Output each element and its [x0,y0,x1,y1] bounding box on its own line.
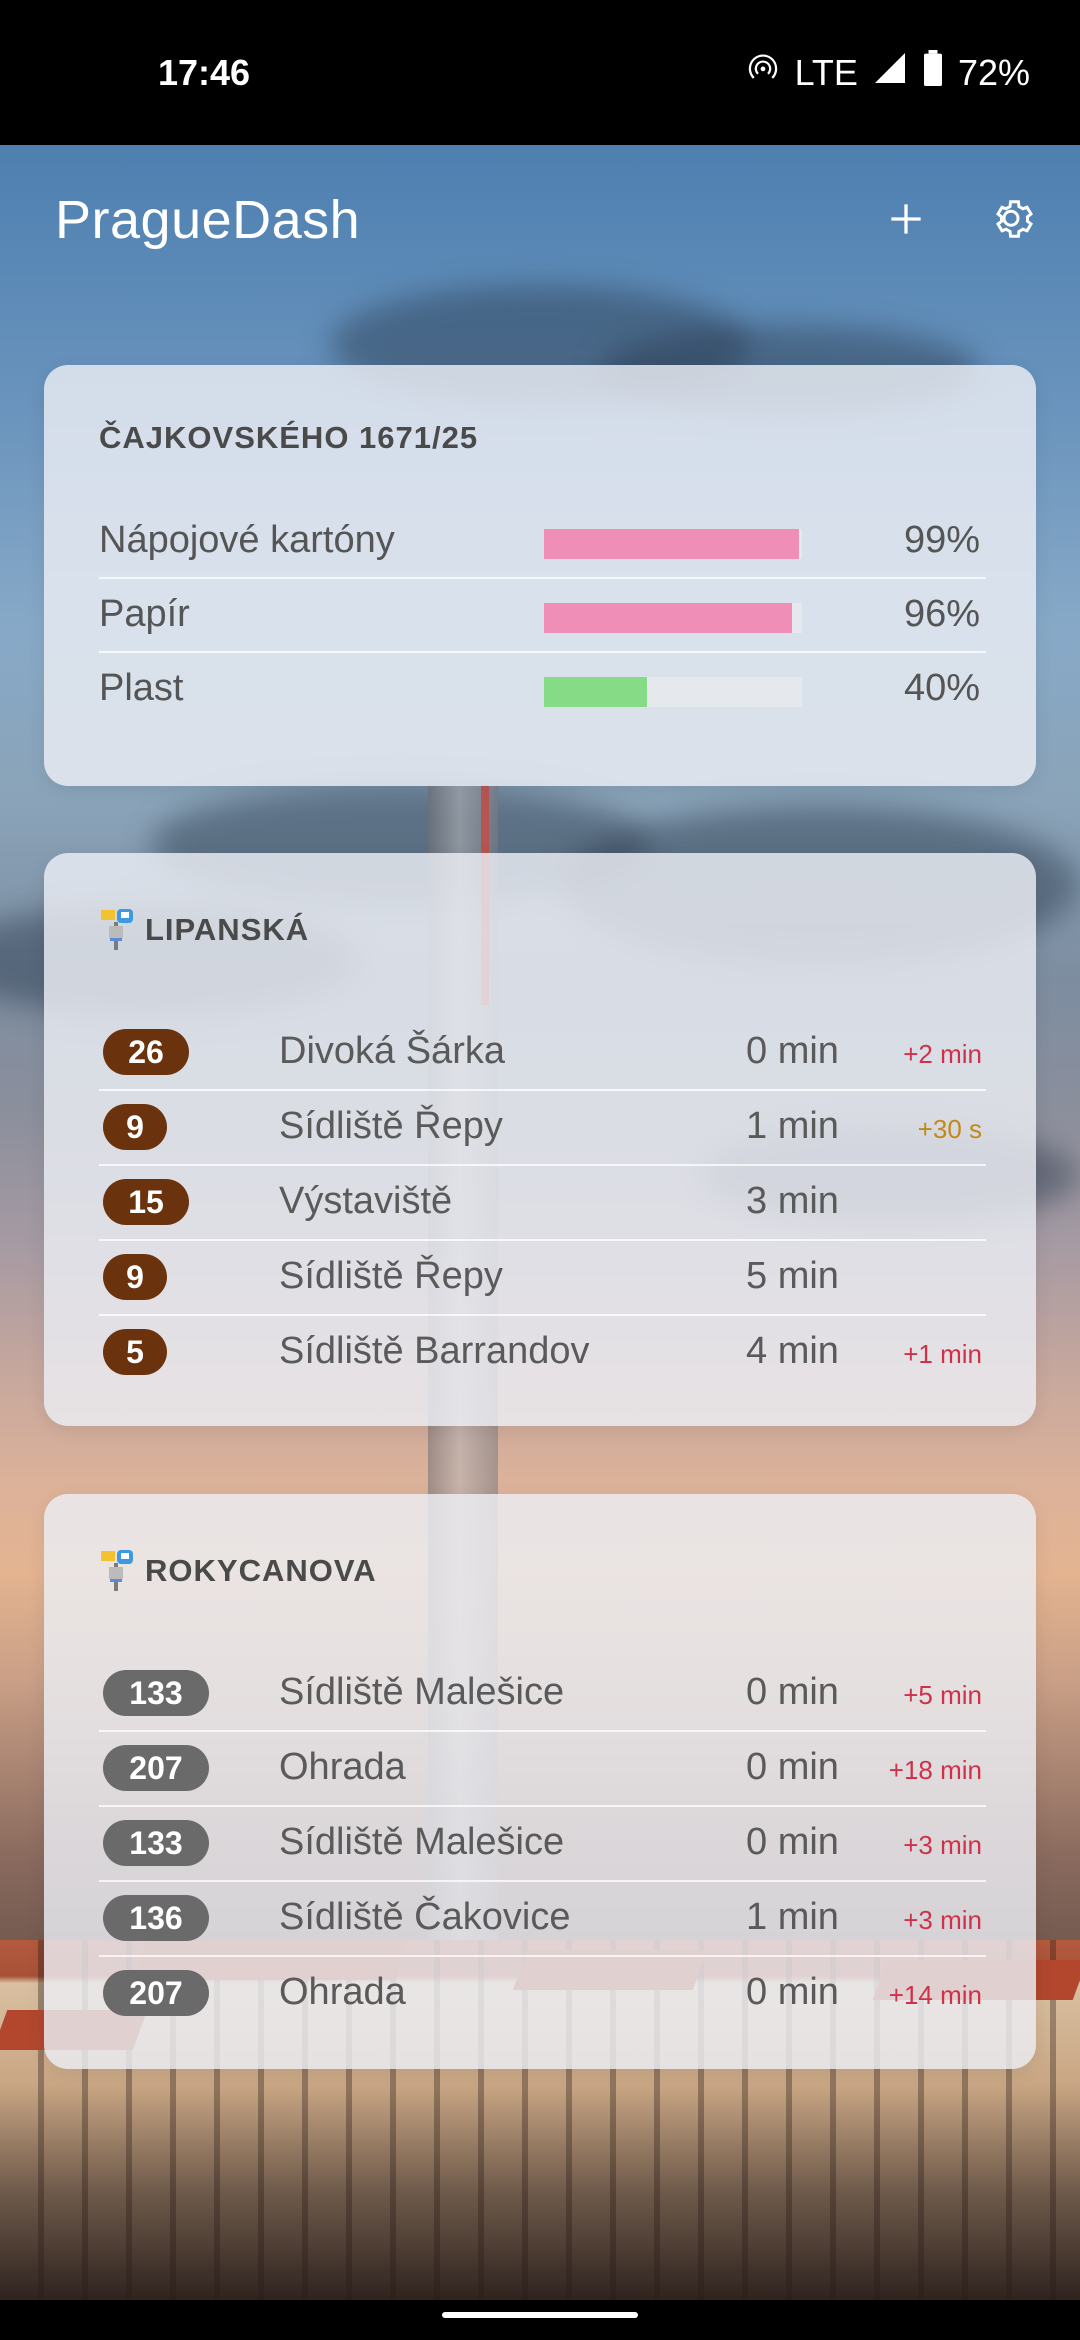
destination: Sídliště Malešice [279,1671,565,1713]
stop-name: ROKYCANOVA [145,1553,377,1588]
eta: 4 min [746,1330,839,1372]
waste-label: Nápojové kartóny [99,519,395,561]
signal-icon [872,50,908,95]
waste-card-title: ČAJKOVSKÉHO 1671/25 [99,420,479,455]
waste-row: Nápojové kartóny 99% [99,503,986,579]
delay: +2 min [903,1039,982,1069]
line-badge: 15 [103,1179,189,1225]
destination: Sídliště Barrandov [279,1330,590,1372]
line-badge: 5 [103,1329,167,1375]
hotspot-icon [745,50,781,95]
waste-label: Papír [99,593,190,635]
stop-card-lipanska[interactable]: LIPANSKÁ 26 Divoká Šárka 0 min +2 min 9 … [44,853,1036,1426]
departure-row[interactable]: 5 Sídliště Barrandov 4 min +1 min [99,1315,986,1389]
fill-bar-level [544,529,800,559]
tram-stop-icon [99,908,135,952]
line-badge: 207 [103,1745,209,1791]
fill-bar [544,603,802,633]
fill-bar-level [544,603,792,633]
fill-bar [544,677,802,707]
app-title: PragueDash [55,190,361,250]
stop-card-header: LIPANSKÁ [99,908,309,952]
eta: 0 min [746,1821,839,1863]
delay: +3 min [903,1830,982,1860]
eta: 0 min [746,1671,839,1713]
stop-name: LIPANSKÁ [145,912,310,947]
delay: +5 min [903,1680,982,1710]
waste-row: Papír 96% [99,577,986,653]
waste-percent: 40% [903,667,980,709]
status-time: 17:46 [158,52,251,93]
navigation-bar [0,2300,1080,2340]
settings-button[interactable] [990,195,1040,245]
destination: Sídliště Čakovice [279,1896,571,1938]
destination: Sídliště Malešice [279,1821,565,1863]
waste-percent: 99% [903,519,980,561]
destination: Sídliště Řepy [279,1105,503,1147]
fill-bar-level [544,677,648,707]
delay: +18 min [888,1755,982,1785]
plus-icon [884,204,928,245]
destination: Výstaviště [279,1180,453,1222]
departure-row[interactable]: 136 Sídliště Čakovice 1 min +3 min [99,1881,986,1957]
eta: 5 min [746,1255,839,1297]
line-badge: 26 [103,1029,189,1075]
eta: 0 min [746,1030,839,1072]
delay: +14 min [888,1980,982,2010]
delay: +1 min [903,1339,982,1369]
waste-row: Plast 40% [99,651,986,725]
eta: 1 min [746,1105,839,1147]
destination: Sídliště Řepy [279,1255,503,1297]
departure-row[interactable]: 207 Ohrada 0 min +14 min [99,1956,986,2030]
waste-label: Plast [99,667,184,709]
waste-card[interactable]: ČAJKOVSKÉHO 1671/25 Nápojové kartóny 99%… [44,365,1036,786]
destination: Ohrada [279,1971,406,2013]
line-badge: 207 [103,1970,209,2016]
line-badge: 9 [103,1104,167,1150]
departure-row[interactable]: 9 Sídliště Řepy 5 min [99,1240,986,1316]
departure-row[interactable]: 9 Sídliště Řepy 1 min +30 s [99,1090,986,1166]
eta: 1 min [746,1896,839,1938]
gear-icon [990,200,1038,247]
eta: 3 min [746,1180,839,1222]
line-badge: 136 [103,1895,209,1941]
status-bar: 17:46 LTE 72% [0,0,1080,145]
departure-row[interactable]: 133 Sídliště Malešice 0 min +5 min [99,1656,986,1732]
battery-percent: 72% [957,51,1030,93]
battery-icon [922,50,944,95]
departure-row[interactable]: 26 Divoká Šárka 0 min +2 min [99,1015,986,1091]
line-badge: 9 [103,1254,167,1300]
bus-stop-icon [99,1549,135,1593]
line-badge: 133 [103,1670,209,1716]
fill-bar [544,529,802,559]
delay: +30 s [917,1114,982,1144]
eta: 0 min [746,1746,839,1788]
departure-row[interactable]: 133 Sídliště Malešice 0 min +3 min [99,1806,986,1882]
destination: Ohrada [279,1746,406,1788]
waste-percent: 96% [903,593,980,635]
departure-row[interactable]: 207 Ohrada 0 min +18 min [99,1731,986,1807]
destination: Divoká Šárka [279,1030,505,1072]
home-gesture-handle[interactable] [442,2312,638,2318]
network-label: LTE [794,51,858,93]
line-badge: 133 [103,1820,209,1866]
delay: +3 min [903,1905,982,1935]
stop-card-rokycanova[interactable]: ROKYCANOVA 133 Sídliště Malešice 0 min +… [44,1494,1036,2069]
add-button[interactable] [884,197,934,247]
stop-card-header: ROKYCANOVA [99,1549,377,1593]
eta: 0 min [746,1971,839,2013]
departure-row[interactable]: 15 Výstaviště 3 min [99,1165,986,1241]
